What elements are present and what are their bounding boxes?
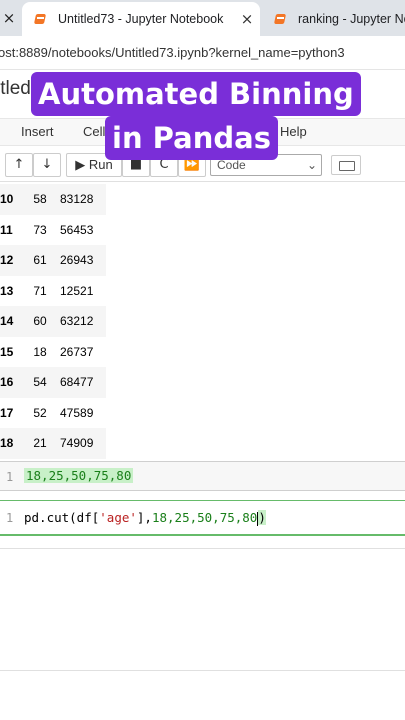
code-editor[interactable]: pd.cut(df['age'],18,25,50,75,80) xyxy=(24,510,266,526)
browser-tab-strip: × Untitled73 - Jupyter Notebook × rankin… xyxy=(0,0,405,36)
table-row: 11 73 56453 xyxy=(0,215,106,246)
table-row: 13 71 12521 xyxy=(0,276,106,307)
row-index: 11 xyxy=(0,222,13,237)
banner-line-2: in Pandas xyxy=(105,116,278,160)
age-cell: 58 xyxy=(33,192,47,206)
url-text[interactable]: ost:8889/notebooks/Untitled73.ipynb?kern… xyxy=(0,45,345,60)
row-index: 14 xyxy=(0,314,14,328)
browser-tab-untitled73[interactable]: Untitled73 - Jupyter Notebook × xyxy=(22,2,260,36)
age-cell: 52 xyxy=(33,405,47,420)
empty-output-area xyxy=(0,548,405,671)
code-text[interactable]: 18,25,50,75,80 xyxy=(24,468,134,483)
row-index: 12 xyxy=(0,253,14,267)
table-row: 18 21 74909 xyxy=(0,428,106,459)
salary-cell: 74909 xyxy=(60,436,94,450)
code-cell-2[interactable]: 1 pd.cut(df['age'],18,25,50,75,80) xyxy=(0,500,405,536)
age-cell: 54 xyxy=(33,375,47,389)
code-token: pd.cut(df[ xyxy=(24,510,100,525)
table-row: 16 54 68477 xyxy=(0,367,106,398)
row-index: 10 xyxy=(0,192,14,206)
salary-cell: 68477 xyxy=(60,375,94,389)
tab-title: ranking - Jupyter Notebook xyxy=(298,12,405,26)
tab-close-icon[interactable]: × xyxy=(234,10,260,28)
row-index: 15 xyxy=(0,344,14,359)
code-cell-1[interactable]: 1 18,25,50,75,80 xyxy=(0,461,405,491)
code-string-token: 'age' xyxy=(99,510,137,525)
age-cell: 73 xyxy=(33,222,47,237)
salary-cell: 47589 xyxy=(60,405,94,420)
line-number: 1 xyxy=(6,511,14,525)
row-index: 18 xyxy=(0,436,14,450)
dataframe-output: 10 58 83128 11 73 56453 12 61 26943 13 71 12521 … xyxy=(0,184,106,489)
jupyter-favicon-icon xyxy=(34,13,46,25)
age-cell: 61 xyxy=(33,253,47,267)
address-bar[interactable]: ost:8889/notebooks/Untitled73.ipynb?kern… xyxy=(0,36,405,70)
tab-title: Untitled73 - Jupyter Notebook xyxy=(58,12,224,26)
close-icon[interactable]: × xyxy=(0,0,18,36)
age-cell: 18 xyxy=(33,344,47,359)
table-row: 12 61 26943 xyxy=(0,245,106,276)
row-index: 16 xyxy=(0,375,14,389)
salary-cell: 12521 xyxy=(60,283,94,298)
salary-cell: 56453 xyxy=(60,222,94,237)
browser-tab-ranking[interactable]: ranking - Jupyter Notebook xyxy=(262,2,405,36)
age-cell: 21 xyxy=(33,436,47,450)
salary-cell: 63212 xyxy=(60,314,94,328)
salary-cell: 26737 xyxy=(60,344,94,359)
row-index: 13 xyxy=(0,283,14,298)
age-cell: 60 xyxy=(33,314,47,328)
table-row: 10 58 83128 xyxy=(0,184,106,215)
salary-cell: 26943 xyxy=(60,253,94,267)
row-index: 17 xyxy=(0,405,14,420)
table-row: 15 18 26737 xyxy=(0,337,106,368)
age-cell: 71 xyxy=(33,283,47,298)
code-number-token: 18,25,50,75,80 xyxy=(151,510,258,525)
banner-line-1: Automated Binning xyxy=(31,72,361,116)
code-token: ], xyxy=(136,510,152,525)
overlay-banner: Automated Binning in Pandas xyxy=(0,72,405,162)
table-row: 17 52 47589 xyxy=(0,398,106,429)
code-paren-token: ) xyxy=(258,510,266,525)
salary-cell: 83128 xyxy=(60,192,94,206)
line-number: 1 xyxy=(6,470,14,484)
jupyter-favicon-icon xyxy=(274,13,286,25)
table-row: 14 60 63212 xyxy=(0,306,106,337)
